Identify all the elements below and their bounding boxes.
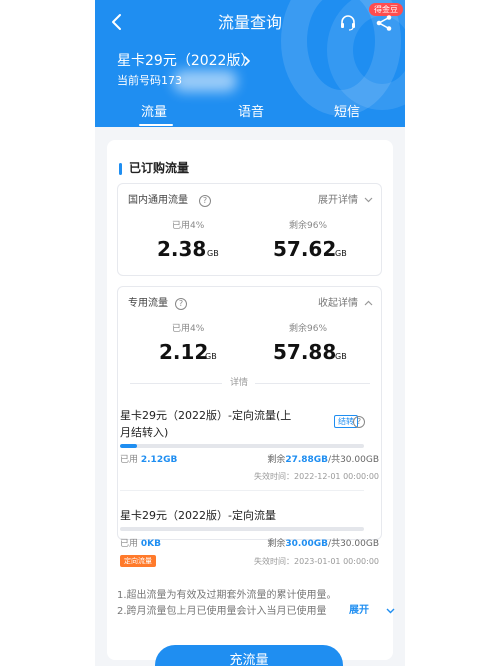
chevron-down-icon[interactable] [364, 197, 373, 203]
section-marker [119, 163, 122, 175]
remain-prefix: 剩余 [267, 539, 286, 549]
used-value: 2.12GB [140, 455, 178, 465]
special-data-title: 专用流量 [128, 298, 168, 309]
recharge-data-button[interactable]: 充流量 [155, 645, 343, 666]
package-name: 星卡29元（2022版）-定向流量(上 [120, 409, 292, 422]
package-name: 星卡29元（2022版）-定向流量 [120, 509, 276, 522]
chevron-right-icon[interactable] [242, 55, 252, 67]
remain-percent-label: 剩余96% [289, 221, 328, 231]
divider [130, 383, 222, 384]
total-value: /共30.00GB [328, 455, 379, 465]
expand-details-toggle[interactable]: 展开详情 [318, 194, 358, 208]
page-title: 流量查询 [217, 13, 282, 32]
used-percent-label: 已用4% [172, 324, 205, 334]
app-header: 流量查询 得金豆 星卡29元（2022版） 当前号码173 流量 语音 短信 [95, 0, 405, 127]
section-title: 已订购流量 [129, 161, 190, 175]
help-icon[interactable]: ? [353, 416, 365, 428]
used-amount: 已用 0KB [120, 538, 161, 550]
collapse-details-toggle[interactable]: 收起详情 [318, 297, 358, 311]
used-value: 2.12 [159, 340, 209, 364]
remain-value: 57.88 [273, 340, 337, 364]
used-prefix: 已用 [120, 455, 141, 465]
package-name-cont: 月结转入) [120, 426, 169, 439]
chevron-down-icon[interactable] [386, 608, 395, 614]
usage-progress-fill [120, 444, 138, 448]
headset-icon[interactable] [339, 14, 357, 32]
divider [255, 383, 370, 384]
share-icon[interactable] [375, 14, 393, 32]
used-value: 0KB [140, 539, 161, 549]
general-data-box: 国内通用流量 ? 展开详情 已用4% 2.38 GB 剩余96% 57.62 G… [117, 183, 382, 276]
remain-unit: GB [335, 249, 347, 258]
chevron-up-icon[interactable] [364, 300, 373, 306]
note-line: 1.超出流量为有效及过期套外流量的累计使用量。 [117, 590, 337, 601]
used-amount: 已用 2.12GB [120, 454, 177, 466]
tab-voice[interactable]: 语音 [238, 104, 264, 122]
remain-value: 27.88GB [285, 455, 329, 465]
masked-number [173, 70, 237, 92]
used-unit: GB [205, 352, 217, 361]
total-value: /共30.00GB [328, 539, 379, 549]
plan-name[interactable]: 星卡29元（2022版） [117, 52, 254, 70]
remain-percent-label: 剩余96% [289, 324, 328, 334]
general-data-title: 国内通用流量 [128, 195, 188, 206]
active-tab-indicator [139, 124, 173, 126]
usage-progress-bar [120, 444, 364, 448]
used-prefix: 已用 [120, 539, 141, 549]
item-divider [120, 490, 364, 491]
details-label: 详情 [230, 378, 249, 388]
used-value: 2.38 [157, 237, 207, 261]
directional-data-tag: 定向流量 [120, 555, 156, 567]
remain-unit: GB [335, 352, 347, 361]
screenshot-stage: 流量查询 得金豆 星卡29元（2022版） 当前号码173 流量 语音 短信 已… [0, 0, 500, 666]
tab-data[interactable]: 流量 [141, 104, 167, 122]
tab-bar: 流量 语音 短信 [95, 104, 405, 127]
usage-progress-bar [120, 527, 364, 531]
tab-sms[interactable]: 短信 [334, 104, 360, 122]
remain-amount: 剩余27.88GB/共30.00GB [267, 454, 379, 466]
phone-screen: 流量查询 得金豆 星卡29元（2022版） 当前号码173 流量 语音 短信 已… [95, 0, 405, 666]
used-percent-label: 已用4% [172, 221, 205, 231]
remain-value: 30.00GB [285, 539, 329, 549]
subscribed-data-card: 已订购流量 国内通用流量 ? 展开详情 已用4% 2.38 GB 剩余96% 5… [107, 140, 395, 660]
help-icon[interactable]: ? [199, 195, 211, 207]
expire-time: 失效时间：2023-01-01 00:00:00 [254, 557, 379, 566]
expire-time: 失效时间：2022-12-01 00:00:00 [254, 472, 379, 481]
used-unit: GB [207, 249, 219, 258]
note-line: 2.跨月流量包上月已使用量会计入当月已使用量 [117, 606, 327, 617]
remain-prefix: 剩余 [267, 455, 286, 465]
remain-amount: 剩余30.00GB/共30.00GB [267, 538, 379, 550]
remain-value: 57.62 [273, 237, 337, 261]
help-icon[interactable]: ? [175, 298, 187, 310]
